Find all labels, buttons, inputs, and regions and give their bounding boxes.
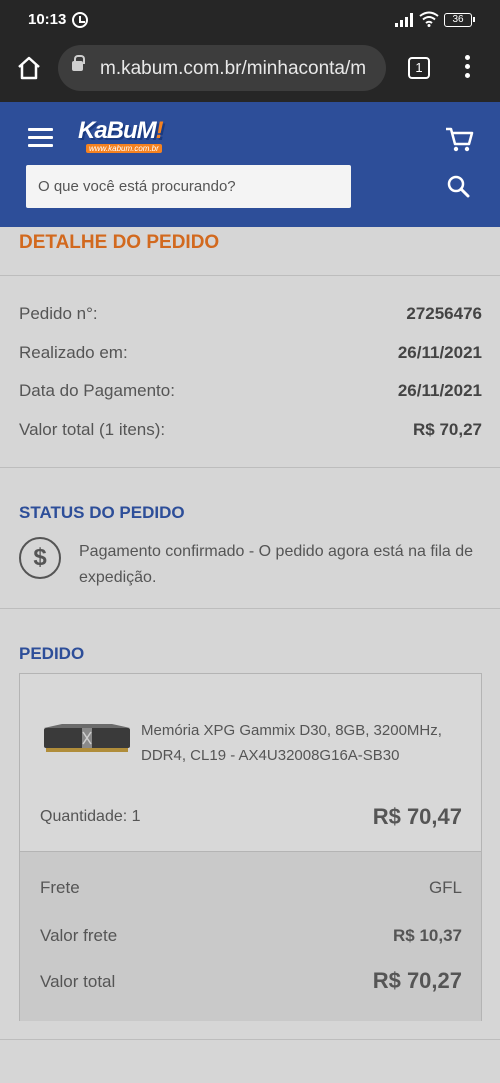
alarm-icon [72, 12, 88, 28]
product-quantity: Quantidade: 1 [40, 808, 141, 825]
status-section-title: STATUS DO PEDIDO [19, 503, 185, 522]
order-detail-page: DETALHE DO PEDIDO Pedido n°: 27256476 Re… [0, 227, 500, 1083]
divider [0, 608, 500, 609]
divider [0, 467, 500, 468]
kabum-logo[interactable]: KaBuM! www.kabum.com.br [78, 117, 182, 157]
divider [0, 275, 500, 276]
search-placeholder: O que você está procurando? [38, 178, 236, 195]
hamburger-menu-icon[interactable] [28, 128, 53, 148]
overflow-menu-icon[interactable] [462, 55, 472, 81]
order-summary: Frete GFL Valor frete R$ 10,37 Valor tot… [20, 851, 481, 1021]
search-icon[interactable] [446, 174, 470, 198]
dollar-icon: $ [19, 537, 61, 579]
url-text[interactable]: m.kabum.com.br/minhaconta/m [100, 58, 380, 80]
home-icon[interactable] [16, 55, 42, 81]
product-image[interactable] [42, 722, 132, 756]
search-input[interactable]: O que você está procurando? [26, 165, 351, 208]
browser-toolbar: m.kabum.com.br/minhaconta/m 1 [0, 40, 500, 102]
order-section-title: PEDIDO [19, 644, 85, 663]
site-header: KaBuM! www.kabum.com.br O que você está … [0, 102, 500, 227]
divider [0, 1039, 500, 1040]
page-title: DETALHE DO PEDIDO [19, 232, 220, 253]
status-time: 10:13 [28, 11, 67, 28]
tab-count-button[interactable]: 1 [408, 57, 430, 79]
lock-icon [72, 55, 85, 71]
cart-icon[interactable] [444, 124, 474, 154]
order-item-card: Memória XPG Gammix D30, 8GB, 3200MHz, DD… [19, 673, 482, 1021]
product-name[interactable]: Memória XPG Gammix D30, 8GB, 3200MHz, DD… [141, 718, 461, 768]
battery-icon: 36 [444, 13, 475, 27]
status-message: Pagamento confirmado - O pedido agora es… [79, 543, 474, 586]
product-price: R$ 70,47 [372, 804, 462, 829]
address-bar[interactable]: m.kabum.com.br/minhaconta/m [58, 45, 386, 91]
signal-icon [395, 13, 413, 27]
wifi-icon [419, 11, 439, 27]
status-bar: 10:13 36 [0, 0, 500, 40]
